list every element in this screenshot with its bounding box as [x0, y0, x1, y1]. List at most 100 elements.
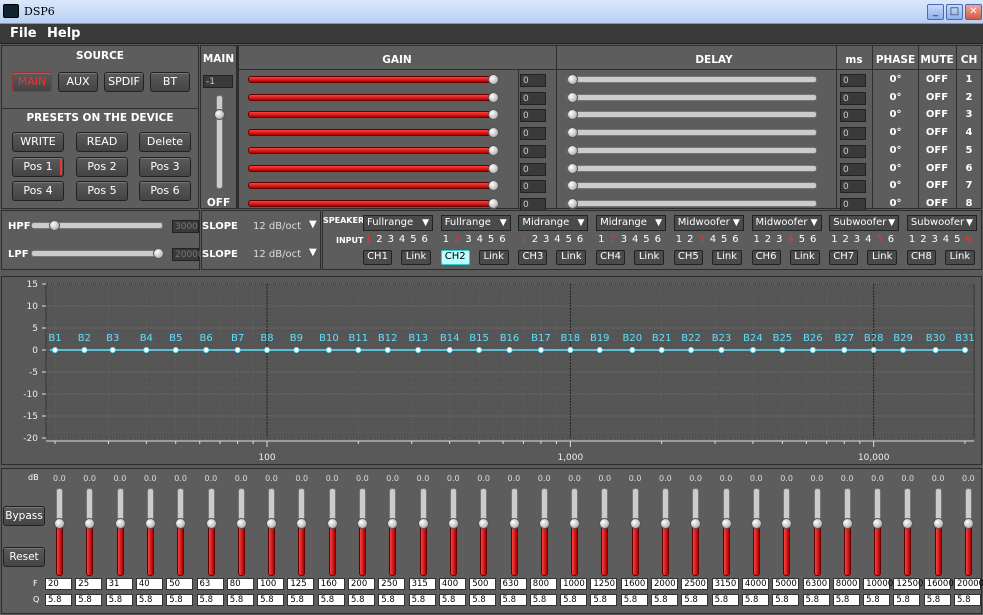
band-frequency-field[interactable]: 125 [287, 578, 315, 590]
delay-value[interactable]: 0 [840, 144, 866, 158]
band-q-field[interactable]: 5.8 [772, 594, 800, 606]
band-q-field[interactable]: 5.8 [317, 594, 345, 606]
gain-value[interactable]: 0 [520, 162, 546, 176]
band-slider-lower[interactable] [783, 524, 791, 576]
input-4-toggle[interactable]: 4 [477, 234, 483, 245]
input-3-toggle[interactable]: 3 [621, 234, 627, 245]
band-frequency-field[interactable]: 63 [196, 578, 224, 590]
input-6-toggle[interactable]: 6 [655, 234, 661, 245]
input-5-toggle[interactable]: 5 [488, 234, 494, 245]
band-slider-lower[interactable] [904, 524, 912, 576]
speaker-type-select[interactable]: Midwoofer ▼ [751, 215, 822, 231]
preset-write-button[interactable]: WRITE [12, 132, 64, 152]
delay-slider[interactable] [566, 146, 817, 154]
input-2-toggle[interactable]: 2 [609, 234, 615, 245]
delay-value[interactable]: 0 [840, 109, 866, 123]
input-2-toggle[interactable]: 2 [920, 234, 926, 245]
gain-value[interactable]: 0 [520, 144, 546, 158]
gain-value[interactable]: 0 [520, 197, 546, 211]
input-6-toggle[interactable]: 6 [422, 234, 428, 245]
source-button-spdif[interactable]: SPDIF [104, 72, 144, 92]
band-slider-lower[interactable] [934, 524, 942, 576]
band-slider-lower[interactable] [359, 524, 366, 576]
link-button[interactable]: Link [401, 250, 431, 265]
output-ch2-button[interactable]: CH2 [440, 250, 470, 265]
mute-toggle[interactable]: OFF [918, 109, 956, 120]
delay-value[interactable]: 0 [840, 91, 866, 105]
band-knob[interactable] [54, 518, 65, 529]
mute-toggle[interactable]: OFF [918, 180, 956, 191]
band-q-field[interactable]: 5.8 [166, 594, 194, 606]
input-2-toggle[interactable]: 2 [687, 234, 693, 245]
band-slider-lower[interactable] [237, 524, 245, 576]
band-q-field[interactable]: 5.8 [832, 594, 860, 606]
gain-knob[interactable] [488, 144, 499, 156]
band-slider-lower[interactable] [298, 524, 306, 576]
delay-slider[interactable] [566, 129, 817, 137]
band-frequency-field[interactable]: 2000 [651, 578, 678, 590]
band-q-field[interactable]: 5.8 [499, 594, 527, 606]
band-knob[interactable] [417, 518, 429, 529]
preset-pos-6-button[interactable]: Pos 6 [139, 181, 191, 201]
input-5-toggle[interactable]: 5 [410, 234, 416, 245]
preset-pos-5-button[interactable]: Pos 5 [76, 181, 128, 201]
band-knob[interactable] [326, 518, 338, 529]
input-6-toggle[interactable]: 6 [888, 234, 894, 245]
band-slider-lower[interactable] [449, 524, 457, 576]
input-6-toggle[interactable]: 6 [732, 234, 738, 245]
input-2-toggle[interactable]: 2 [376, 234, 382, 245]
band-knob[interactable] [629, 518, 641, 529]
band-knob[interactable] [235, 518, 247, 529]
band-slider-lower[interactable] [510, 524, 518, 576]
source-button-main[interactable]: MAIN [12, 72, 52, 92]
band-knob[interactable] [660, 518, 671, 529]
delay-value[interactable]: 0 [840, 180, 866, 194]
input-4-toggle[interactable]: 4 [554, 234, 560, 245]
band-q-field[interactable]: 5.8 [226, 594, 254, 606]
band-knob[interactable] [841, 518, 853, 529]
band-slider-lower[interactable] [571, 524, 579, 576]
band-slider-lower[interactable] [874, 524, 882, 576]
input-4-toggle[interactable]: 4 [399, 234, 405, 245]
link-button[interactable]: Link [711, 250, 742, 265]
input-2-toggle[interactable]: 2 [532, 234, 538, 245]
band-q-field[interactable]: 5.8 [954, 594, 981, 606]
band-q-field[interactable]: 5.8 [741, 594, 769, 606]
menu-help[interactable]: Help [43, 26, 84, 42]
gain-slider[interactable] [248, 76, 498, 83]
gain-slider[interactable] [248, 93, 498, 101]
band-q-field[interactable]: 5.8 [863, 594, 891, 606]
delay-slider[interactable] [566, 199, 817, 207]
hpf-value[interactable]: 3000 [172, 220, 199, 233]
preset-delete-button[interactable]: Delete [139, 132, 191, 152]
delay-slider[interactable] [566, 76, 817, 83]
input-4-toggle[interactable]: 4 [943, 234, 949, 245]
gain-knob[interactable] [488, 74, 499, 85]
band-frequency-field[interactable]: 160 [317, 578, 345, 590]
band-q-field[interactable]: 5.8 [560, 594, 588, 606]
delay-knob[interactable] [567, 197, 578, 209]
band-slider-lower[interactable] [419, 524, 427, 576]
band-frequency-field[interactable]: 800 [529, 578, 557, 590]
input-3-toggle[interactable]: 3 [698, 234, 704, 245]
preset-pos-2-button[interactable]: Pos 2 [76, 157, 128, 177]
delay-knob[interactable] [567, 74, 578, 85]
band-slider-lower[interactable] [843, 524, 851, 576]
source-button-aux[interactable]: AUX [58, 72, 98, 92]
band-knob[interactable] [447, 518, 459, 529]
band-frequency-field[interactable]: 8000 [832, 578, 860, 590]
band-frequency-field[interactable]: 1600 [620, 578, 648, 590]
band-q-field[interactable]: 5.8 [105, 594, 133, 606]
band-knob[interactable] [932, 518, 944, 529]
band-knob[interactable] [205, 518, 217, 529]
lpf-value[interactable]: 20000 [172, 248, 204, 261]
band-frequency-field[interactable]: 315 [408, 578, 436, 590]
speaker-type-select[interactable]: Subwoofer ▼ [829, 215, 900, 231]
band-slider-lower[interactable] [480, 524, 488, 576]
menu-file[interactable]: File [6, 26, 41, 42]
band-slider-lower[interactable] [268, 524, 276, 576]
main-volume-knob[interactable] [214, 108, 225, 120]
gain-slider[interactable] [248, 129, 498, 137]
gain-slider[interactable] [248, 199, 498, 207]
band-knob[interactable] [508, 518, 520, 529]
